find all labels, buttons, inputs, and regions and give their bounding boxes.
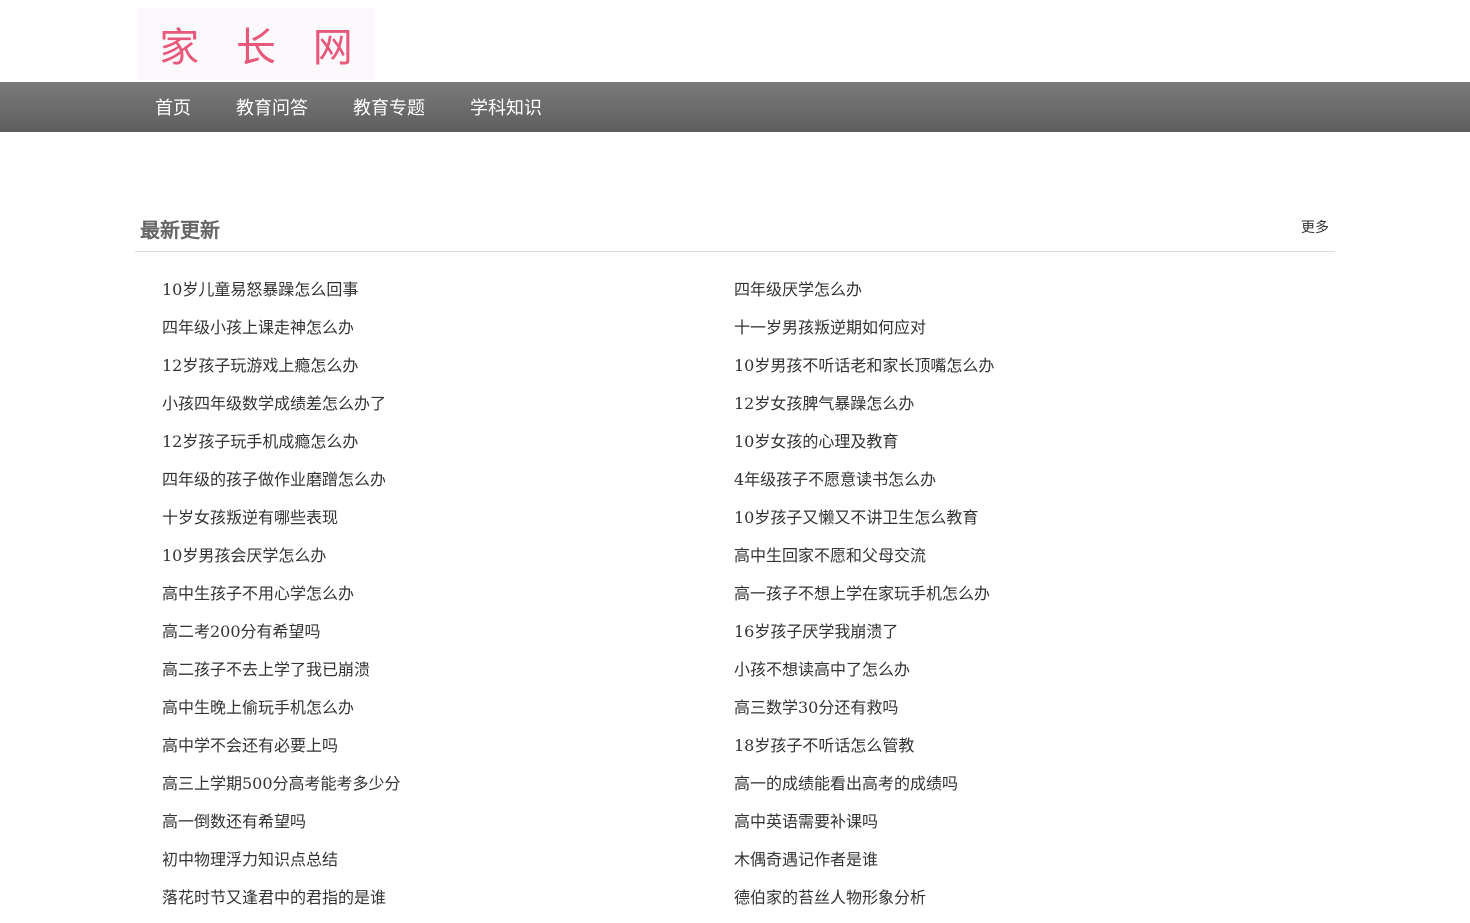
article-link[interactable]: 10岁男孩会厌学怎么办 [162, 543, 734, 581]
article-link[interactable]: 高二考200分有希望吗 [162, 619, 734, 657]
article-link[interactable]: 四年级的孩子做作业磨蹭怎么办 [162, 467, 734, 505]
article-link[interactable]: 落花时节又逢君中的君指的是谁 [162, 885, 734, 923]
article-link[interactable]: 高中学不会还有必要上吗 [162, 733, 734, 771]
article-link[interactable]: 高中生孩子不用心学怎么办 [162, 581, 734, 619]
article-link[interactable]: 初中物理浮力知识点总结 [162, 847, 734, 885]
article-link[interactable]: 德伯家的苔丝人物形象分析 [734, 885, 1306, 923]
article-link[interactable]: 四年级厌学怎么办 [734, 277, 1306, 315]
section-title: 最新更新 [140, 218, 220, 242]
article-link[interactable]: 高二孩子不去上学了我已崩溃 [162, 657, 734, 695]
article-list: 10岁儿童易怒暴躁怎么回事 四年级厌学怎么办 四年级小孩上课走神怎么办 十一岁男孩叛逆… [162, 277, 1335, 923]
article-link[interactable]: 高中生回家不愿和父母交流 [734, 543, 1306, 581]
section-header: 最新更新 更多 [135, 200, 1335, 252]
site-logo[interactable]: 家 长 网 [137, 8, 375, 80]
article-link[interactable]: 12岁女孩脾气暴躁怎么办 [734, 391, 1306, 429]
site-header: 家 长 网 [0, 0, 1470, 82]
article-link[interactable]: 小孩四年级数学成绩差怎么办了 [162, 391, 734, 429]
nav-item-knowledge[interactable]: 学科知识 [470, 94, 542, 120]
article-link[interactable]: 12岁孩子玩游戏上瘾怎么办 [162, 353, 734, 391]
article-link[interactable]: 18岁孩子不听话怎么管教 [734, 733, 1306, 771]
nav-item-topics[interactable]: 教育专题 [353, 94, 425, 120]
article-link[interactable]: 木偶奇遇记作者是谁 [734, 847, 1306, 885]
article-link[interactable]: 12岁孩子玩手机成瘾怎么办 [162, 429, 734, 467]
article-link[interactable]: 10岁男孩不听话老和家长顶嘴怎么办 [734, 353, 1306, 391]
article-link[interactable]: 十岁女孩叛逆有哪些表现 [162, 505, 734, 543]
article-link[interactable]: 10岁女孩的心理及教育 [734, 429, 1306, 467]
latest-updates-section: 最新更新 更多 10岁儿童易怒暴躁怎么回事 四年级厌学怎么办 四年级小孩上课走神怎么… [135, 200, 1335, 907]
article-link[interactable]: 高一孩子不想上学在家玩手机怎么办 [734, 581, 1306, 619]
logo-text: 家 长 网 [159, 25, 365, 71]
article-link[interactable]: 16岁孩子厌学我崩溃了 [734, 619, 1306, 657]
article-link[interactable]: 高一的成绩能看出高考的成绩吗 [734, 771, 1306, 809]
article-link[interactable]: 高三数学30分还有救吗 [734, 695, 1306, 733]
article-link[interactable]: 十一岁男孩叛逆期如何应对 [734, 315, 1306, 353]
article-link[interactable]: 10岁孩子又懒又不讲卫生怎么教育 [734, 505, 1306, 543]
nav-item-home[interactable]: 首页 [155, 94, 191, 120]
article-link[interactable]: 四年级小孩上课走神怎么办 [162, 315, 734, 353]
nav-item-qa[interactable]: 教育问答 [236, 94, 308, 120]
article-link[interactable]: 高中英语需要补课吗 [734, 809, 1306, 847]
article-link[interactable]: 高三上学期500分高考能考多少分 [162, 771, 734, 809]
main-nav: 首页 教育问答 教育专题 学科知识 [0, 82, 1470, 132]
article-link[interactable]: 4年级孩子不愿意读书怎么办 [734, 467, 1306, 505]
more-link[interactable]: 更多 [1301, 217, 1329, 237]
article-link[interactable]: 高一倒数还有希望吗 [162, 809, 734, 847]
article-link[interactable]: 10岁儿童易怒暴躁怎么回事 [162, 277, 734, 315]
article-link[interactable]: 小孩不想读高中了怎么办 [734, 657, 1306, 695]
article-link[interactable]: 高中生晚上偷玩手机怎么办 [162, 695, 734, 733]
